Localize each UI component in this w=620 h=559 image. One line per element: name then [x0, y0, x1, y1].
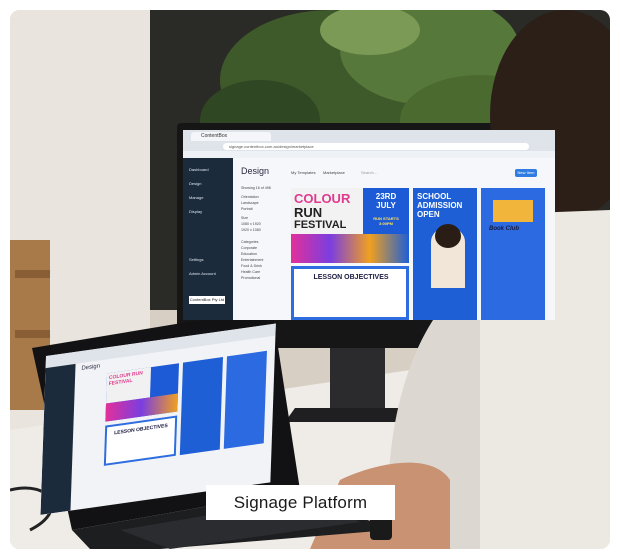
- page-title: Design: [241, 166, 270, 176]
- new-item-button[interactable]: New Item: [515, 169, 537, 177]
- card-line3: OPEN: [417, 210, 440, 219]
- filter-label: Size: [241, 216, 248, 220]
- template-card-book-club[interactable]: Book Club: [481, 188, 545, 320]
- filter-label: Categories: [241, 240, 259, 244]
- card-title-line3: FESTIVAL: [294, 219, 347, 231]
- filter-option[interactable]: Corporate: [241, 246, 257, 251]
- caption-label: Signage Platform: [206, 485, 395, 520]
- laptop-page-title: Design: [81, 363, 101, 373]
- filter-option[interactable]: Landscape: [241, 201, 259, 206]
- card-lesson-title: LESSON OBJECTIVES: [313, 274, 389, 281]
- laptop-card-colour-run[interactable]: COLOUR RUN FESTIVAL: [105, 363, 180, 422]
- filter-option[interactable]: Education: [241, 252, 257, 257]
- photo: ContentBox signage.contentbox.com.au/des…: [10, 10, 610, 549]
- card-title-line1: COLOUR: [294, 191, 351, 206]
- tab-my-templates[interactable]: My Templates: [291, 170, 316, 175]
- sidebar-item-admin[interactable]: Admin Account: [189, 270, 229, 278]
- card-line2: ADMISSION: [417, 201, 463, 210]
- sidebar-item-dashboard[interactable]: Dashboard: [189, 166, 229, 174]
- filter-option[interactable]: Promotional: [241, 276, 260, 281]
- laptop-card-book[interactable]: [223, 350, 267, 449]
- browser-tab[interactable]: ContentBox: [191, 132, 271, 141]
- template-card-school-admission[interactable]: SCHOOL ADMISSION OPEN: [413, 188, 477, 320]
- filter-panel: Showing 16 of 498 Orientation Landscape …: [241, 186, 281, 316]
- card-book-title: Book Club: [489, 226, 519, 232]
- laptop-card-lesson[interactable]: LESSON OBJECTIVES: [103, 415, 178, 466]
- sidebar-item-settings[interactable]: Settings: [189, 256, 229, 264]
- filter-label: Orientation: [241, 195, 259, 199]
- filter-option[interactable]: 1080 x 1920: [241, 222, 261, 227]
- filter-option[interactable]: 1920 x 1080: [241, 228, 261, 233]
- template-card-lesson[interactable]: LESSON OBJECTIVES: [291, 266, 409, 320]
- card-title-line2: RUN: [294, 205, 323, 220]
- app-sidebar: Dashboard Design Manage Display Settings…: [183, 158, 233, 320]
- browser-toolbar: ContentBox signage.contentbox.com.au/des…: [183, 130, 555, 158]
- sidebar-item-display[interactable]: Display: [189, 208, 229, 216]
- bookmarks-bar: [183, 151, 555, 158]
- tab-marketplace[interactable]: Marketplace: [323, 170, 345, 175]
- card-date: 23RD JULY: [375, 192, 397, 210]
- filter-option[interactable]: Portrait: [241, 207, 253, 212]
- card-line1: SCHOOL: [417, 192, 452, 201]
- filter-label: Showing 16 of 498: [241, 186, 271, 190]
- filter-option[interactable]: Food & Drink: [241, 264, 262, 269]
- sidebar-item-manage[interactable]: Manage: [189, 194, 229, 202]
- sidebar-item-design[interactable]: Design: [189, 180, 229, 188]
- filter-option[interactable]: Health Care: [241, 270, 260, 275]
- template-card-colour-run[interactable]: COLOUR RUN FESTIVAL 23RD JULY RUN STARTS…: [291, 188, 409, 263]
- search-input[interactable]: Search...: [361, 170, 377, 175]
- address-bar[interactable]: signage.contentbox.com.au/design/marketp…: [223, 143, 529, 150]
- monitor-screen: ContentBox signage.contentbox.com.au/des…: [183, 130, 555, 320]
- filter-option[interactable]: Entertainment: [241, 258, 263, 263]
- laptop-card-school[interactable]: [179, 356, 223, 456]
- card-note: RUN STARTS 3:00PM: [373, 216, 399, 226]
- company-badge: ContentBox Pty Ltd: [189, 296, 225, 304]
